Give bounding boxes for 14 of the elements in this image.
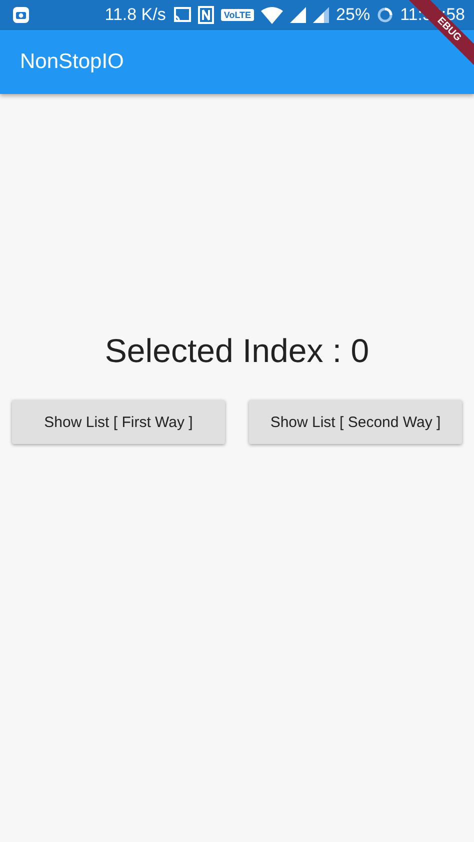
volte-badge: VoLTE [220,9,254,21]
show-list-button[interactable]: Show List [ Second Way ] [249,400,462,444]
signal-icon [290,7,306,23]
battery-ring-icon [377,7,394,23]
battery-percentage: 25% [336,5,370,25]
app-title: NonStopIO [20,50,124,74]
selected-index-text: Selected Index : 0 [104,332,370,370]
camera-notification-icon [12,6,30,24]
cast-icon [172,7,191,23]
signal-icon [313,7,330,23]
nfc-icon [198,6,214,24]
show-list-button[interactable]: Show List [ First Way ] [12,400,225,444]
wifi-icon [261,6,284,24]
network-speed: 11.8 K/s [104,5,166,25]
